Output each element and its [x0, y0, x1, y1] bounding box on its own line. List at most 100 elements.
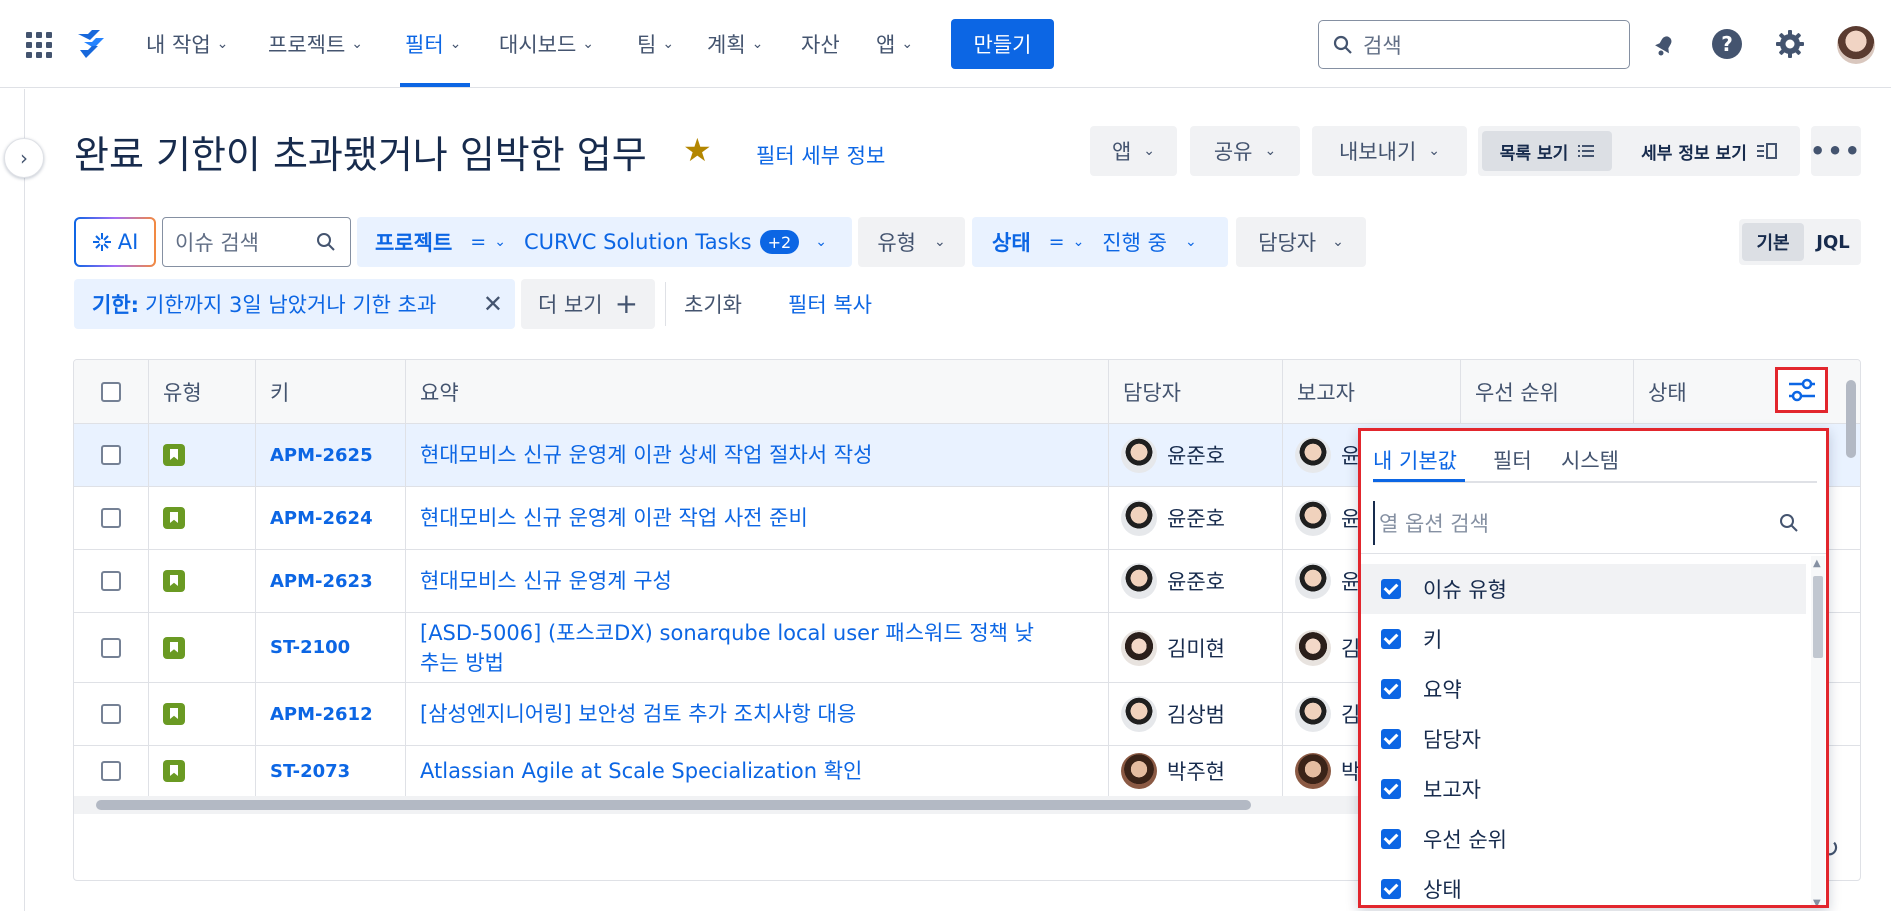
issue-key-link[interactable]: APM-2623 [255, 550, 405, 612]
row-checkbox[interactable] [74, 487, 148, 549]
expand-sidebar-button[interactable]: › [4, 138, 44, 178]
assignee-cell[interactable]: 윤준호 [1108, 487, 1282, 549]
app-switcher-icon[interactable] [26, 32, 52, 58]
issue-key-link[interactable]: ST-2073 [255, 746, 405, 796]
assignee-cell[interactable]: 윤준호 [1108, 550, 1282, 612]
column-option-key[interactable]: 키 [1361, 614, 1806, 664]
checkbox-checked-icon[interactable] [1381, 579, 1401, 599]
chevron-down-icon: ⌄ [1184, 234, 1197, 250]
list-view-button[interactable]: 목록 보기 [1482, 131, 1612, 171]
issue-summary-link[interactable]: 현대모비스 신규 운영계 이관 작업 사전 준비 [405, 487, 1108, 549]
checkbox-checked-icon[interactable] [1381, 779, 1401, 799]
issue-summary-link[interactable]: 현대모비스 신규 운영계 이관 상세 작업 절차서 작성 [405, 424, 1108, 486]
column-settings-button[interactable] [1775, 367, 1828, 413]
checkbox-checked-icon[interactable] [1381, 629, 1401, 649]
assignee-cell[interactable]: 김미현 [1108, 613, 1282, 682]
tab-my-defaults[interactable]: 내 기본값 [1373, 445, 1457, 475]
vertical-scrollbar[interactable] [1844, 380, 1858, 796]
settings-gear-icon[interactable] [1772, 26, 1808, 62]
issue-summary-link[interactable]: [삼성엔지니어링] 보안성 검토 추가 조치사항 대응 [405, 683, 1108, 745]
column-option-summary[interactable]: 요약 [1361, 664, 1806, 714]
assignee-cell[interactable]: 박주현 [1108, 746, 1282, 796]
column-header-reporter[interactable]: 보고자 [1282, 360, 1460, 424]
column-header-assignee[interactable]: 담당자 [1108, 360, 1282, 424]
due-date-filter-chip[interactable]: 기한: 기한까지 3일 남았거나 기한 초과 ✕ [74, 279, 515, 329]
issue-key-link[interactable]: ST-2100 [255, 613, 405, 682]
column-search-placeholder: 열 옵션 검색 [1379, 512, 1489, 536]
column-header-key[interactable]: 키 [255, 360, 405, 424]
nav-projects[interactable]: 프로젝트 ⌄ [268, 28, 363, 60]
user-avatar[interactable] [1837, 26, 1875, 64]
scroll-up-icon[interactable]: ▲ [1813, 558, 1821, 569]
issue-summary-link[interactable]: Atlassian Agile at Scale Specialization … [405, 746, 1108, 796]
help-icon[interactable]: ? [1709, 26, 1745, 62]
assignee-cell[interactable]: 윤준호 [1108, 424, 1282, 486]
issue-summary-link[interactable]: [ASD-5006] (포스코DX) sonarqube local user … [405, 613, 1108, 682]
project-operator-select[interactable]: = ⌄ [462, 224, 514, 260]
notifications-bell-icon[interactable] [1647, 26, 1683, 62]
status-filter-chip[interactable]: 상태 = ⌄ 진행 중 ⌄ [972, 217, 1228, 267]
type-filter-chip[interactable]: 유형 ⌄ [858, 217, 965, 267]
jql-mode-button[interactable]: JQL [1809, 223, 1857, 261]
assignee-filter-chip[interactable]: 담당자 ⌄ [1236, 217, 1366, 267]
checkbox-checked-icon[interactable] [1381, 879, 1401, 899]
column-header-priority[interactable]: 우선 순위 [1460, 360, 1633, 424]
reset-button[interactable]: 초기화 [684, 279, 742, 329]
column-header-type[interactable]: 유형 [148, 360, 255, 424]
issue-search-placeholder: 이슈 검색 [175, 231, 259, 255]
copy-filter-button[interactable]: 필터 복사 [788, 279, 872, 329]
checkbox-checked-icon[interactable] [1381, 729, 1401, 749]
create-button[interactable]: 만들기 [951, 19, 1054, 69]
nav-dashboards[interactable]: 대시보드 ⌄ [499, 28, 594, 60]
filter-details-link[interactable]: 필터 세부 정보 [756, 140, 885, 170]
apps-dropdown-button[interactable]: 앱 ⌄ [1090, 126, 1177, 176]
issue-search-input[interactable]: 이슈 검색 [162, 217, 351, 267]
column-option-priority[interactable]: 우선 순위 [1361, 814, 1806, 864]
issue-key-link[interactable]: APM-2624 [255, 487, 405, 549]
column-option-search-input[interactable]: 열 옵션 검색 [1373, 501, 1813, 545]
share-dropdown-button[interactable]: 공유 ⌄ [1190, 126, 1300, 176]
project-value: CURVC Solution Tasks [523, 230, 752, 254]
select-all-checkbox[interactable] [74, 360, 148, 424]
row-checkbox[interactable] [74, 424, 148, 486]
issue-key-link[interactable]: APM-2612 [255, 683, 405, 745]
nav-teams[interactable]: 팀 ⌄ [637, 28, 674, 60]
avatar [1295, 629, 1331, 666]
chevron-down-icon: ⌄ [901, 36, 914, 52]
column-option-assignee[interactable]: 담당자 [1361, 714, 1806, 764]
nav-filters[interactable]: 필터 ⌄ [405, 28, 461, 60]
nav-plans[interactable]: 계획 ⌄ [707, 28, 763, 60]
issue-key-link[interactable]: APM-2625 [255, 424, 405, 486]
scroll-down-icon[interactable]: ▼ [1813, 898, 1821, 905]
jira-logo-icon[interactable] [74, 28, 108, 60]
nav-assets[interactable]: 자산 [801, 28, 840, 60]
more-filters-button[interactable]: 더 보기 + [521, 279, 655, 329]
nav-my-work[interactable]: 내 작업 ⌄ [146, 28, 228, 60]
row-checkbox[interactable] [74, 550, 148, 612]
checkbox-checked-icon[interactable] [1381, 829, 1401, 849]
column-header-summary[interactable]: 요약 [405, 360, 1108, 424]
assignee-cell[interactable]: 김상범 [1108, 683, 1282, 745]
row-checkbox[interactable] [74, 613, 148, 682]
column-option-reporter[interactable]: 보고자 [1361, 764, 1806, 814]
status-operator-select[interactable]: = ⌄ [1041, 224, 1093, 260]
nav-apps[interactable]: 앱 ⌄ [876, 28, 913, 60]
checkbox-checked-icon[interactable] [1381, 679, 1401, 699]
global-search-input[interactable]: 검색 [1318, 20, 1630, 69]
row-checkbox[interactable] [74, 746, 148, 796]
export-dropdown-button[interactable]: 내보내기 ⌄ [1312, 126, 1467, 176]
more-actions-button[interactable]: ••• [1810, 126, 1861, 176]
detail-view-button[interactable]: 세부 정보 보기 [1626, 131, 1792, 171]
column-option-issue-type[interactable]: 이슈 유형 [1361, 564, 1806, 614]
column-option-status[interactable]: 상태 [1361, 864, 1806, 905]
ai-filter-button[interactable]: AI [74, 217, 156, 267]
basic-mode-button[interactable]: 기본 [1742, 223, 1804, 261]
tab-filter[interactable]: 필터 [1493, 445, 1532, 475]
column-options-scrollbar[interactable]: ▲ ▼ [1811, 556, 1825, 905]
close-icon[interactable]: ✕ [483, 290, 503, 318]
tab-system[interactable]: 시스템 [1561, 445, 1619, 475]
project-filter-chip[interactable]: 프로젝트 = ⌄ CURVC Solution Tasks +2 ⌄ [357, 217, 852, 267]
star-icon[interactable]: ★ [683, 134, 712, 166]
issue-summary-link[interactable]: 현대모비스 신규 운영계 구성 [405, 550, 1108, 612]
row-checkbox[interactable] [74, 683, 148, 745]
